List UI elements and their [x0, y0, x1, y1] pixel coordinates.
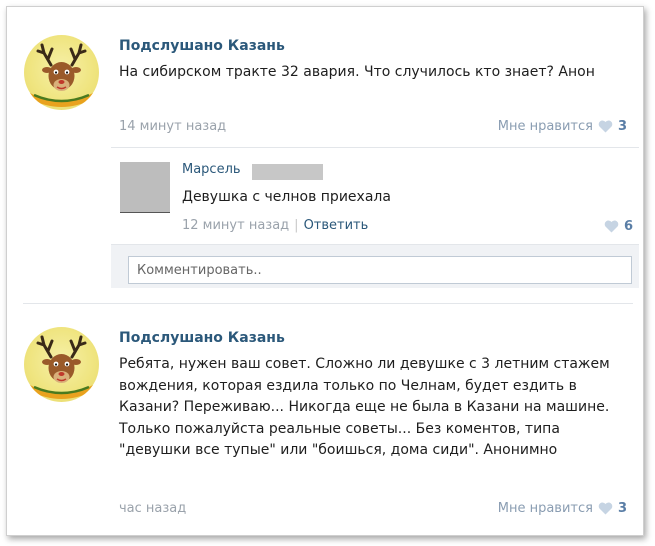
group-avatar[interactable] — [24, 327, 99, 402]
heart-icon — [598, 502, 613, 515]
post-author-link[interactable]: Подслушано Казань — [119, 330, 285, 346]
post-timestamp[interactable]: час назад — [119, 501, 186, 516]
feed-frame: Подслушано Казань На сибирском тракте 32… — [6, 6, 644, 536]
post-timestamp[interactable]: 14 минут назад — [119, 119, 226, 134]
like-count: 3 — [617, 501, 627, 516]
like-button[interactable]: Мне нравится 3 — [498, 119, 627, 134]
comment-like-button[interactable]: 6 — [604, 219, 633, 234]
post-text: На сибирском тракте 32 авария. Что случи… — [119, 64, 595, 80]
commenter-avatar[interactable] — [120, 162, 170, 213]
heart-icon — [598, 120, 613, 133]
like-label: Мне нравится — [497, 119, 593, 134]
comment-timestamp[interactable]: 12 минут назад — [182, 218, 289, 233]
like-label: Мне нравится — [497, 501, 593, 516]
comment-meta: 12 минут назад | Ответить — [182, 218, 368, 233]
comment-thread: Марсель Девушка с челнов приехала 12 мин… — [111, 147, 639, 288]
comment-form — [111, 244, 639, 288]
comment-like-count: 6 — [623, 219, 633, 234]
like-count: 3 — [617, 119, 627, 134]
deer-logo-icon — [30, 335, 93, 399]
comment-author-link[interactable]: Марсель — [182, 162, 241, 177]
deer-logo-icon — [30, 43, 93, 107]
post-divider — [23, 303, 633, 304]
group-avatar[interactable] — [24, 35, 99, 110]
meta-separator: | — [294, 218, 299, 233]
comment-input[interactable] — [128, 256, 632, 284]
comment-text: Девушка с челнов приехала — [182, 189, 391, 205]
redacted-name-block — [252, 164, 323, 180]
heart-icon — [604, 220, 619, 233]
reply-link[interactable]: Ответить — [304, 218, 369, 233]
post-author-link[interactable]: Подслушано Казань — [119, 38, 285, 54]
post-text: Ребята, нужен ваш совет. Сложно ли девуш… — [119, 356, 610, 458]
like-button[interactable]: Мне нравится 3 — [498, 501, 627, 516]
